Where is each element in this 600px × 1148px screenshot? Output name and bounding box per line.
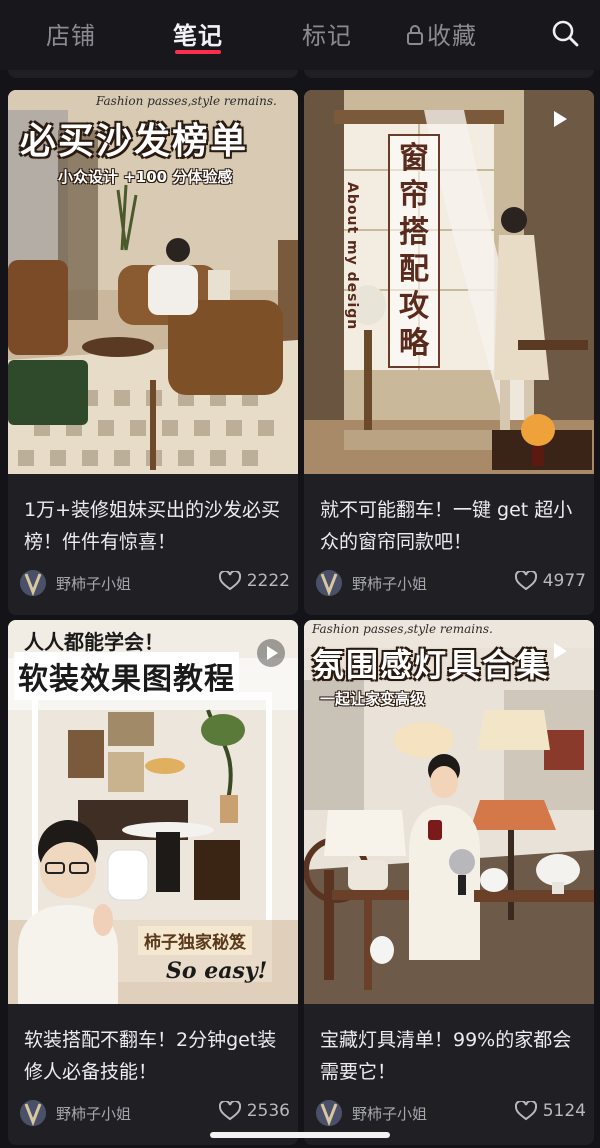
lock-icon — [406, 23, 424, 51]
author-name[interactable]: 野柿子小姐 — [352, 1103, 427, 1124]
cover-title: 软装效果图教程 — [14, 652, 239, 700]
heart-icon — [218, 569, 241, 591]
home-indicator[interactable] — [210, 1132, 390, 1138]
cover-title-char: 搭 — [399, 215, 429, 250]
play-icon — [554, 643, 567, 659]
author-name[interactable]: 野柿子小姐 — [56, 1103, 131, 1124]
note-card[interactable]: 人人都能学会！ 软装效果图教程 柿子独家秘笈 So easy! 软装搭配不翻车！… — [8, 620, 298, 1145]
like-count: 2222 — [246, 571, 290, 591]
video-indicator — [552, 110, 568, 132]
note-meta: 野柿子小姐 5124 — [316, 1099, 586, 1128]
note-cover-image[interactable]: 窗帘搭配攻略 About my design — [304, 90, 594, 474]
cover-subtitle: So easy! — [166, 958, 268, 984]
tab-shop[interactable]: 店铺 — [46, 16, 96, 51]
note-title[interactable]: 1万+装修姐妹买出的沙发必买榜！件件有惊喜！ — [24, 494, 286, 558]
like-button[interactable]: 5124 — [514, 1099, 586, 1127]
cover-tagline: 人人都能学会！ — [24, 630, 164, 654]
note-title[interactable]: 宝藏灯具清单！99%的家都会需要它！ — [320, 1024, 582, 1088]
note-cover-image[interactable]: Fashion passes,style remains. 必买沙发榜单 小众设… — [8, 90, 298, 474]
heart-icon — [218, 1099, 241, 1121]
cover-tagline: Fashion passes,style remains. — [96, 94, 277, 108]
avatar[interactable] — [316, 1100, 342, 1126]
search-button[interactable] — [550, 18, 580, 48]
avatar[interactable] — [316, 570, 342, 596]
cover-title-box: 窗帘搭配攻略 — [388, 134, 440, 368]
cover-title-char: 帘 — [399, 178, 429, 213]
note-cover-image[interactable]: Fashion passes,style remains. 氛围感灯具合集 一起… — [304, 620, 594, 1004]
tab-favorites-label: 收藏 — [427, 22, 477, 50]
tab-notes[interactable]: 笔记 — [173, 16, 223, 51]
video-indicator — [552, 642, 568, 664]
play-icon — [257, 639, 285, 667]
note-meta: 野柿子小姐 2222 — [20, 569, 290, 598]
cover-badge: 柿子独家秘笈 — [138, 926, 252, 955]
notes-feed: Fashion passes,style remains. 必买沙发榜单 小众设… — [0, 70, 600, 1148]
tab-marks[interactable]: 标记 — [302, 16, 352, 51]
like-button[interactable]: 2536 — [218, 1099, 290, 1127]
note-meta: 野柿子小姐 2536 — [20, 1099, 290, 1128]
cover-title: 必买沙发榜单 — [20, 121, 249, 162]
note-title[interactable]: 软装搭配不翻车！2分钟get装修人必备技能！ — [24, 1024, 286, 1088]
cover-tagline: Fashion passes,style remains. — [312, 622, 493, 636]
search-icon — [552, 20, 579, 47]
avatar[interactable] — [20, 570, 46, 596]
like-button[interactable]: 2222 — [218, 569, 290, 597]
tab-favorites[interactable]: 收藏 — [406, 16, 477, 51]
cover-subtitle: About my design — [344, 182, 360, 331]
cover-title-char: 攻 — [399, 289, 429, 324]
heart-icon — [514, 569, 537, 591]
video-indicator — [256, 638, 286, 672]
play-icon — [554, 111, 567, 127]
like-button[interactable]: 4977 — [514, 569, 586, 597]
previous-card-edge — [8, 70, 298, 78]
cover-subtitle: 小众设计 +100 分体验感 — [58, 168, 233, 186]
like-count: 2536 — [246, 1101, 290, 1121]
cover-title-char: 窗 — [399, 141, 429, 176]
author-name[interactable]: 野柿子小姐 — [352, 573, 427, 594]
top-tab-bar: 店铺 笔记 标记 收藏 — [0, 0, 600, 70]
cover-subtitle: 一起让家变高级 — [320, 690, 426, 708]
note-card[interactable]: 窗帘搭配攻略 About my design 就不可能翻车！一键 get 超小众… — [304, 90, 594, 615]
heart-icon — [514, 1099, 537, 1121]
cover-title-char: 略 — [399, 326, 429, 361]
note-cover-image[interactable]: 人人都能学会！ 软装效果图教程 柿子独家秘笈 So easy! — [8, 620, 298, 1004]
cover-title: 氛围感灯具合集 — [312, 646, 551, 684]
note-card[interactable]: Fashion passes,style remains. 必买沙发榜单 小众设… — [8, 90, 298, 615]
note-meta: 野柿子小姐 4977 — [316, 569, 586, 598]
note-title[interactable]: 就不可能翻车！一键 get 超小众的窗帘同款吧！ — [320, 494, 582, 558]
active-tab-indicator — [175, 50, 221, 54]
author-name[interactable]: 野柿子小姐 — [56, 573, 131, 594]
previous-card-edge — [304, 70, 594, 78]
avatar[interactable] — [20, 1100, 46, 1126]
cover-title-char: 配 — [399, 252, 429, 287]
like-count: 5124 — [542, 1101, 586, 1121]
note-card[interactable]: Fashion passes,style remains. 氛围感灯具合集 一起… — [304, 620, 594, 1145]
like-count: 4977 — [542, 571, 586, 591]
